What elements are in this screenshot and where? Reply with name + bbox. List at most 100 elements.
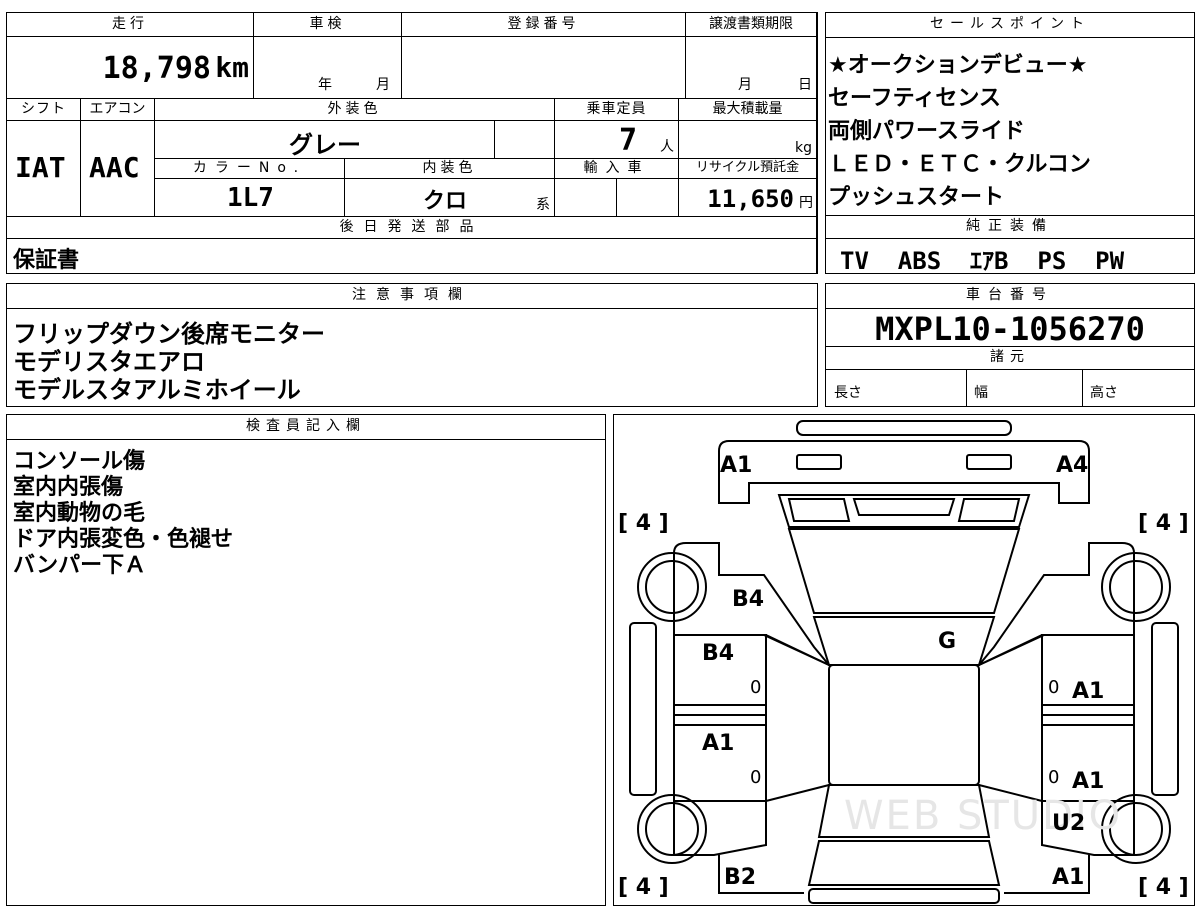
capacity-value: 7 [619, 123, 638, 158]
tire-label-rear-left: [ 4 ] [618, 875, 669, 900]
chassis-header: 車台番号 [826, 284, 1194, 309]
car-damage-diagram: WEB STUDIO [ 4 ] [ 4 ] [ 4 ] [ 4 ] A1 A4… [613, 414, 1195, 906]
shift-value: IAT [15, 151, 66, 184]
registration-header: 登録番号 [402, 13, 686, 37]
notes-header: 注意事項欄 [7, 284, 817, 309]
recycle-unit: 円 [799, 195, 813, 211]
later-parts-value: 保証書 [13, 248, 80, 273]
sales-point-line: ＬＥＤ・ＥＴＣ・クルコン [828, 152, 1091, 177]
zero-mark: 0 [1048, 677, 1060, 698]
recycle-value-cell: 11,650 円 [679, 179, 817, 217]
spec-header: 諸元 [826, 346, 1194, 370]
wheel-front-left-inner [645, 560, 699, 614]
max-load-header: 最大積載量 [679, 99, 817, 121]
inspection-header: 車検 [254, 13, 402, 37]
front-panel [718, 440, 1090, 504]
damage-right-door-rear: A1 [1072, 769, 1105, 794]
transfer-month: 月 [738, 77, 752, 93]
interior-color-header: 内装色 [345, 159, 555, 179]
max-load-unit: kg [795, 140, 812, 156]
shift-value-cell: IAT [7, 121, 81, 217]
roof [828, 664, 980, 786]
import-value-cell-a [555, 179, 617, 217]
vehicle-info-sheet: 走行 車検 登録番号 譲渡書類期限 18,798 km 年 月 月 日 シフト … [6, 12, 818, 274]
damage-windshield: G [938, 629, 957, 654]
spec-length: 長さ [826, 370, 967, 406]
spec-height: 高さ [1082, 370, 1194, 406]
damage-left-fender: B4 [732, 587, 765, 612]
damage-right-door-front: A1 [1072, 679, 1105, 704]
registration-value-cell [402, 37, 686, 99]
color-no-header: カラーNo. [155, 159, 345, 179]
shift-header: シフト [7, 99, 81, 121]
inspection-year: 年 [318, 77, 332, 93]
left-door-seam [765, 634, 830, 666]
rear-bumper-bar [808, 888, 1000, 904]
hood-center [852, 498, 956, 516]
sales-point-line: プッシュスタート [828, 185, 1005, 210]
equipment-value: TV ABS ｴｱB PS PW [840, 247, 1125, 275]
color-no-value-cell: 1L7 [155, 179, 345, 217]
ac-header: エアコン [81, 99, 155, 121]
exterior-extra-cell [495, 121, 555, 159]
damage-rear-left: B2 [724, 865, 757, 890]
recycle-value: 11,650 [707, 185, 794, 213]
sales-point-line: 両側パワースライド [828, 119, 1025, 144]
chassis-panel: 車台番号 MXPL10-1056270 諸元 長さ 幅 高さ [825, 283, 1195, 407]
sales-points-header: セールスポイント [826, 13, 1194, 38]
hood-inner [787, 498, 851, 522]
inspection-value-cell: 年 月 [254, 37, 402, 99]
damage-front-left: A1 [720, 453, 753, 478]
notes-line: モデルスタアルミホイール [13, 376, 301, 404]
wheel-rear-left [637, 794, 707, 864]
chassis-number: MXPL10-1056270 [875, 310, 1145, 348]
spec-width: 幅 [966, 370, 1083, 406]
max-load-value-cell: kg [679, 121, 817, 159]
windshield [787, 528, 1021, 614]
zero-mark: 0 [750, 767, 762, 788]
mileage-unit: km [215, 51, 249, 84]
tire-label-front-left: [ 4 ] [618, 511, 669, 536]
zero-mark: 0 [1048, 767, 1060, 788]
wheel-rear-left-inner [645, 802, 699, 856]
mileage-value-cell: 18,798 km [7, 37, 254, 99]
capacity-unit: 人 [660, 139, 674, 155]
right-side-front [978, 542, 1135, 666]
damage-left-door-rear: A1 [702, 731, 735, 756]
damage-rear-right: A1 [1052, 865, 1085, 890]
transfer-deadline-header: 譲渡書類期限 [686, 13, 817, 37]
front-bumper-bar [796, 420, 1012, 436]
front-roof [812, 616, 996, 666]
exterior-value-cell: グレー [155, 121, 495, 159]
zero-mark: 0 [750, 677, 762, 698]
later-parts-header: 後日発送部品 [7, 217, 817, 239]
tire-label-rear-right: [ 4 ] [1138, 875, 1189, 900]
sales-point-line: ★オークションデビュー★ [828, 53, 1088, 78]
ac-value-cell: AAC [81, 121, 155, 217]
wheel-front-left [637, 552, 707, 622]
right-sill [1151, 622, 1179, 796]
inspector-header: 検査員記入欄 [7, 415, 605, 440]
notes-panel: 注意事項欄 フリップダウン後席モニター モデリスタエアロ モデルスタアルミホイー… [6, 283, 818, 407]
exterior-value: グレー [289, 131, 361, 159]
damage-front-right: A4 [1056, 453, 1089, 478]
wheel-front-right-inner [1109, 560, 1163, 614]
left-sill [629, 622, 657, 796]
front-light-left [796, 454, 842, 470]
transfer-value-cell: 月 日 [686, 37, 817, 99]
damage-left-door-front: B4 [702, 641, 735, 666]
tire-label-front-right: [ 4 ] [1138, 511, 1189, 536]
exterior-color-header: 外装色 [155, 99, 555, 121]
spec-height-label: 高さ [1090, 385, 1118, 401]
sales-point-line: セーフティセンス [828, 86, 1001, 111]
capacity-header: 乗車定員 [555, 99, 679, 121]
ac-value: AAC [89, 151, 140, 184]
inspection-month: 月 [376, 77, 390, 93]
mileage-header: 走行 [7, 13, 254, 37]
capacity-value-cell: 7 人 [555, 121, 679, 159]
import-value-cell-b [617, 179, 679, 217]
spec-width-label: 幅 [974, 385, 988, 401]
hood-inner-2 [957, 498, 1021, 522]
inspector-line: バンパー下Ａ [13, 553, 147, 578]
color-no-value: 1L7 [227, 183, 274, 213]
